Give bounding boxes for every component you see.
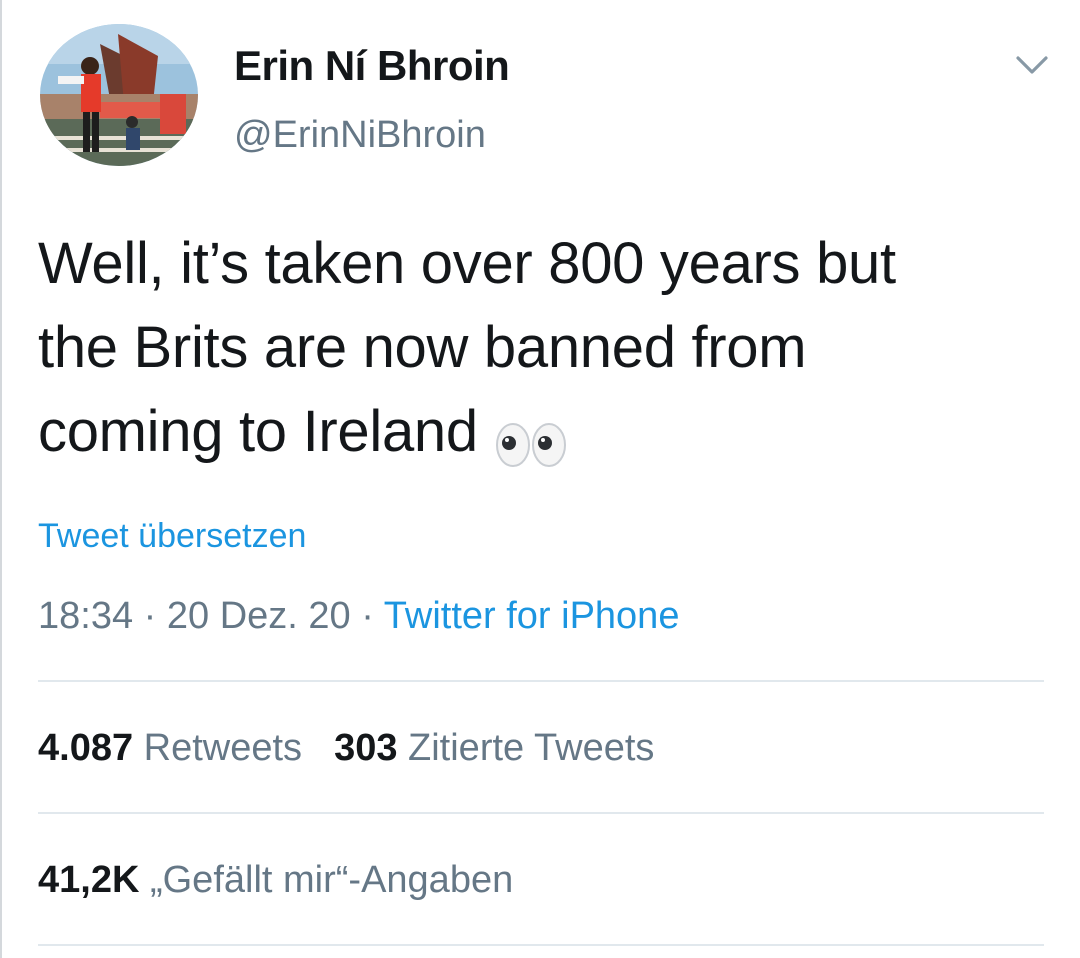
- tweet-text: Well, it’s taken over 800 years but the …: [38, 222, 1038, 474]
- avatar[interactable]: [40, 24, 198, 166]
- window-edge: [0, 0, 2, 958]
- likes-stat[interactable]: 41,2K „Gefällt mir“-Angaben: [38, 856, 513, 904]
- tweet-text-line: the Brits are now banned from: [38, 315, 807, 380]
- likes-stats-row: 41,2K „Gefällt mir“-Angaben: [38, 856, 513, 904]
- tweet-source-link[interactable]: Twitter for iPhone: [384, 595, 680, 637]
- tweet-detail: Erin Ní Bhroin @ErinNiBhroin Well, it’s …: [38, 0, 1048, 958]
- quote-tweets-label: Zitierte Tweets: [408, 727, 655, 769]
- translate-tweet-link[interactable]: Tweet übersetzen: [38, 514, 306, 558]
- tweet-text-line: coming to Ireland: [38, 390, 1038, 474]
- tweet-text-line: Well, it’s taken over 800 years but: [38, 231, 896, 296]
- retweets-label: Retweets: [143, 727, 303, 769]
- quote-tweets-count: 303: [334, 727, 398, 769]
- likes-label: „Gefällt mir“-Angaben: [149, 859, 514, 901]
- divider: [38, 812, 1044, 814]
- divider: [38, 680, 1044, 682]
- meta-separator: ·: [133, 595, 167, 637]
- chevron-down-icon[interactable]: [1014, 50, 1050, 78]
- tweet-author: Erin Ní Bhroin @ErinNiBhroin: [234, 36, 510, 158]
- tweet-metadata: 18:34 · 20 Dez. 20 · Twitter for iPhone: [38, 592, 679, 640]
- tweet-date[interactable]: 20 Dez. 20: [167, 595, 351, 637]
- author-display-name[interactable]: Erin Ní Bhroin: [234, 36, 510, 96]
- retweets-count: 4.087: [38, 727, 134, 769]
- meta-separator: ·: [350, 595, 384, 637]
- quote-tweets-stat[interactable]: 303 Zitierte Tweets: [334, 724, 654, 772]
- tweet-time[interactable]: 18:34: [38, 595, 133, 637]
- eyes-emoji-icon: [495, 407, 568, 467]
- retweets-stat[interactable]: 4.087 Retweets: [38, 724, 302, 772]
- author-handle[interactable]: @ErinNiBhroin: [234, 112, 509, 158]
- likes-count: 41,2K: [38, 859, 140, 901]
- tweet-text-line-content: coming to Ireland: [38, 399, 478, 464]
- divider: [38, 944, 1044, 946]
- engagement-stats-row: 4.087 Retweets 303 Zitierte Tweets: [38, 724, 654, 772]
